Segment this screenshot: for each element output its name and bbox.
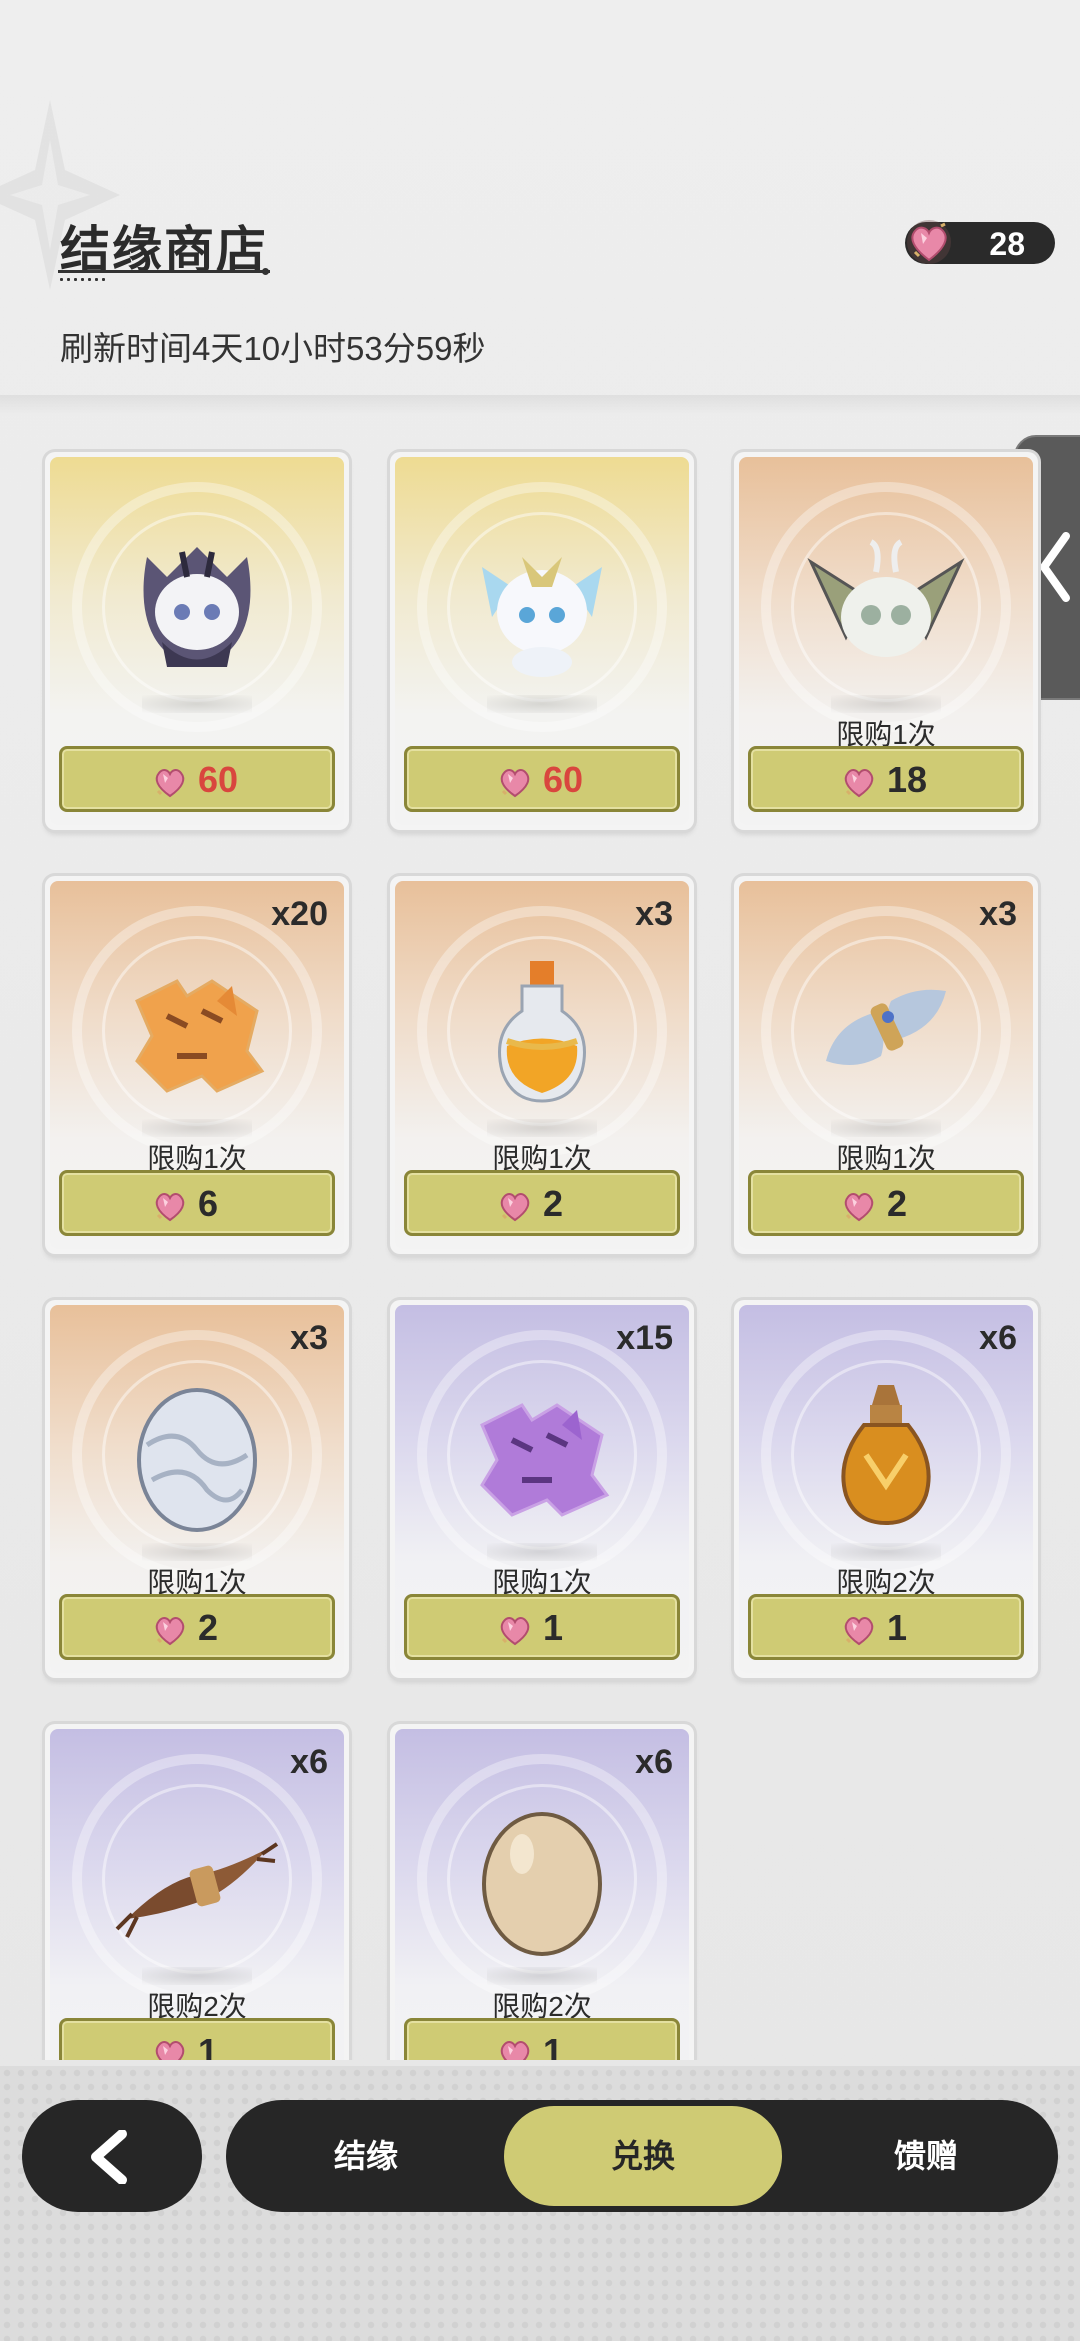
item-shadow	[831, 1543, 941, 1561]
orange-cat-puzzle-icon	[107, 941, 287, 1121]
tab-gift[interactable]: 馈赠	[826, 2100, 1026, 2212]
price-value: 1	[543, 2031, 564, 2060]
heart-gem-icon	[150, 761, 190, 801]
heart-gem-icon	[495, 761, 535, 801]
price-button[interactable]: 1	[404, 1594, 680, 1660]
price-button[interactable]: 6	[59, 1170, 335, 1236]
shop-item-card[interactable]: 60	[45, 452, 349, 830]
back-button[interactable]	[22, 2100, 202, 2212]
refresh-timer: 刷新时间4天10小时53分59秒	[60, 330, 486, 367]
tab-jieyuan[interactable]: 结缘	[266, 2100, 466, 2212]
price-value: 1	[887, 1607, 908, 1648]
shop-item-card[interactable]: x6 限购2次 1	[734, 1300, 1038, 1678]
item-shadow	[831, 695, 941, 713]
title-underline	[58, 270, 270, 273]
cloth-roll-icon	[796, 941, 976, 1121]
item-quantity: x15	[616, 1319, 673, 1357]
price-button[interactable]: 2	[59, 1594, 335, 1660]
item-shadow	[142, 1967, 252, 1985]
heart-gem-icon	[907, 220, 951, 264]
price-value: 60	[543, 759, 584, 800]
heart-gem-icon	[150, 1609, 190, 1649]
heart-gem-icon	[150, 2033, 190, 2060]
price-value: 2	[543, 1183, 564, 1224]
price-button[interactable]: 1	[404, 2018, 680, 2060]
price-button[interactable]: 18	[748, 746, 1024, 812]
moth-creature-pet-icon	[796, 517, 976, 697]
heart-gem-icon	[839, 1185, 879, 1225]
shop-item-card[interactable]: x15 限购1次 1	[390, 1300, 694, 1678]
price-button[interactable]: 60	[404, 746, 680, 812]
shop-grid: 60 60 限购1次 18 x20 限购1次 6 x3 限购1次 2 x3 限购1次 2 x3 限购1次 2 x…	[0, 420, 1080, 2060]
tab-exchange[interactable]: 兑换	[504, 2106, 782, 2206]
shop-item-card[interactable]: x3 限购1次 2	[390, 876, 694, 1254]
plain-egg-icon	[452, 1789, 632, 1969]
shop-item-card[interactable]: 限购1次 18	[734, 452, 1038, 830]
silver-egg-icon	[107, 1365, 287, 1545]
price-button[interactable]: 2	[748, 1170, 1024, 1236]
heart-gem-icon	[495, 1609, 535, 1649]
item-shadow	[487, 1119, 597, 1137]
item-shadow	[487, 1543, 597, 1561]
item-quantity: x3	[290, 1319, 328, 1357]
shop-item-card[interactable]: x6 限购2次 1	[45, 1724, 349, 2060]
currency-amount: 28	[989, 226, 1025, 262]
item-shadow	[142, 1119, 252, 1137]
shop-item-card[interactable]: 60	[390, 452, 694, 830]
heart-gem-icon	[495, 1185, 535, 1225]
price-value: 6	[198, 1183, 219, 1224]
title-dot	[262, 268, 269, 275]
price-button[interactable]: 1	[748, 1594, 1024, 1660]
shop-item-card[interactable]: x6 限购2次 1	[390, 1724, 694, 2060]
white-dragon-pet-icon	[452, 517, 632, 697]
header-divider	[0, 395, 1080, 415]
price-value: 1	[198, 2031, 219, 2060]
item-shadow	[487, 695, 597, 713]
card-background: x6 限购2次	[50, 1729, 344, 2060]
dark-cat-pet-icon	[107, 517, 287, 697]
shop-item-card[interactable]: x3 限购1次 2	[734, 876, 1038, 1254]
rope-bundle-icon	[107, 1789, 287, 1969]
item-quantity: x6	[635, 1743, 673, 1781]
price-value: 2	[887, 1183, 908, 1224]
heart-gem-icon	[495, 2033, 535, 2060]
item-quantity: x3	[635, 895, 673, 933]
price-button[interactable]: 60	[59, 746, 335, 812]
heart-gem-icon	[150, 1185, 190, 1225]
card-background: x6 限购2次	[395, 1729, 689, 2060]
price-value: 2	[198, 1607, 219, 1648]
shop-item-card[interactable]: x3 限购1次 2	[45, 1300, 349, 1678]
shop-item-card[interactable]: x20 限购1次 6	[45, 876, 349, 1254]
heart-gem-icon	[839, 761, 879, 801]
currency-counter: 28	[905, 220, 1055, 264]
item-quantity: x6	[979, 1319, 1017, 1357]
orange-potion-icon	[452, 941, 632, 1121]
shop-header: 结缘商店 刷新时间4天10小时53分59秒 28	[0, 0, 1080, 415]
tab-bar: 结缘 兑换 馈赠	[226, 2100, 1058, 2212]
price-value: 60	[198, 759, 239, 800]
price-button[interactable]: 1	[59, 2018, 335, 2060]
chevron-left-icon	[91, 2130, 127, 2184]
item-shadow	[831, 1119, 941, 1137]
item-shadow	[487, 1967, 597, 1985]
item-shadow	[142, 1543, 252, 1561]
price-value: 1	[543, 1607, 564, 1648]
price-value: 18	[887, 759, 928, 800]
item-quantity: x3	[979, 895, 1017, 933]
price-button[interactable]: 2	[404, 1170, 680, 1236]
title-dots	[58, 278, 108, 281]
item-shadow	[142, 695, 252, 713]
item-quantity: x20	[271, 895, 328, 933]
heart-gem-icon	[839, 1609, 879, 1649]
item-quantity: x6	[290, 1743, 328, 1781]
purple-cat-puzzle-icon	[452, 1365, 632, 1545]
amber-potion-icon	[796, 1365, 976, 1545]
